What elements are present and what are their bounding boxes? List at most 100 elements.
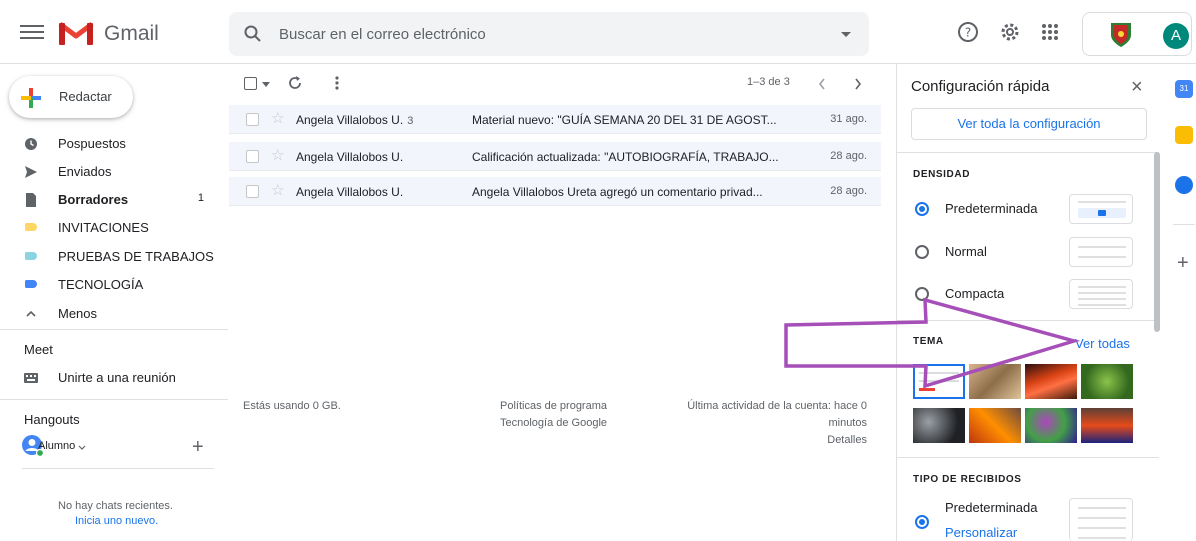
pagination-text: 1–3 de 3 <box>747 76 790 88</box>
svg-text:?: ? <box>965 26 971 40</box>
select-all-checkbox[interactable] <box>244 77 257 90</box>
help-icon[interactable]: ? <box>956 20 980 44</box>
see-all-themes-link[interactable]: Ver todas <box>1075 336 1130 351</box>
email-row[interactable]: ☆ Angela Villalobos U. 3 Material nuevo: … <box>229 105 881 134</box>
refresh-icon[interactable] <box>286 74 304 92</box>
theme-section-title: TEMA <box>913 336 944 347</box>
label-icon <box>25 223 37 231</box>
program-policies-link[interactable]: Políticas de programa <box>500 398 607 415</box>
next-page-icon[interactable] <box>853 77 863 91</box>
inbox-customize-link[interactable]: Personalizar <box>945 525 1017 540</box>
theme-canyon[interactable] <box>1025 364 1077 399</box>
density-compact-radio[interactable] <box>915 287 929 301</box>
top-bar: Gmail ? <box>0 0 1196 64</box>
sidebar-item-sent[interactable]: Enviados <box>0 158 228 184</box>
thread-count: 3 <box>407 115 414 127</box>
calendar-icon[interactable]: 31 <box>1175 80 1193 98</box>
previous-page-icon[interactable] <box>817 77 827 91</box>
theme-bubbles[interactable] <box>913 408 965 443</box>
search-bar[interactable] <box>229 12 869 56</box>
qs-scrollbar[interactable] <box>1154 152 1160 332</box>
email-subject: Angela Villalobos Ureta agregó un coment… <box>472 185 763 199</box>
app-name: Gmail <box>104 22 159 45</box>
email-sender: Angela Villalobos U. <box>296 185 404 199</box>
row-checkbox[interactable] <box>246 185 259 198</box>
email-row[interactable]: ☆ Angela Villalobos U. Calificación actu… <box>229 142 881 171</box>
sidebar-item-tecnologia[interactable]: TECNOLOGÍA <box>0 271 228 297</box>
inbox-default-radio[interactable] <box>915 515 929 529</box>
apps-grid-icon[interactable] <box>1038 20 1062 44</box>
activity-details-link[interactable]: Detalles <box>630 432 867 449</box>
organization-shield-icon <box>1111 23 1131 47</box>
send-icon <box>25 166 37 178</box>
search-options-icon[interactable] <box>841 32 851 37</box>
see-all-settings-button[interactable]: Ver toda la configuración <box>911 108 1147 140</box>
sidebar-item-label: PRUEBAS DE TRABAJOS <box>58 249 214 264</box>
star-icon[interactable]: ☆ <box>271 109 284 127</box>
email-row[interactable]: ☆ Angela Villalobos U. Angela Villalobos… <box>229 177 881 206</box>
clock-icon <box>25 138 37 150</box>
qs-divider <box>897 152 1159 153</box>
draft-icon <box>26 193 36 207</box>
email-date: 28 ago. <box>830 185 867 197</box>
qs-divider <box>897 320 1159 321</box>
inbox-default-preview[interactable] <box>1069 498 1133 541</box>
theme-sunset[interactable] <box>1081 408 1133 443</box>
row-checkbox[interactable] <box>246 113 259 126</box>
compose-label: Redactar <box>59 89 112 104</box>
star-icon[interactable]: ☆ <box>271 146 284 164</box>
sidebar-item-label: Menos <box>58 306 98 321</box>
row-checkbox[interactable] <box>246 150 259 163</box>
email-subject: Material nuevo: "GUÍA SEMANA 20 DEL 31 D… <box>472 113 777 127</box>
label-icon <box>25 280 37 288</box>
close-icon[interactable]: × <box>1131 76 1143 99</box>
select-dropdown-icon[interactable] <box>262 82 270 88</box>
inbox-type-section-title: TIPO DE RECIBIDOS <box>913 474 1022 485</box>
rail-divider <box>1173 224 1195 225</box>
chevron-down-icon[interactable] <box>78 445 86 451</box>
quick-settings-title: Configuración rápida <box>911 78 1050 95</box>
density-compact-preview[interactable] <box>1069 279 1133 309</box>
powered-by-google: Tecnología de Google <box>500 417 608 429</box>
account-box[interactable]: A <box>1082 12 1192 56</box>
sidebar-item-snoozed[interactable]: Pospuestos <box>0 130 228 156</box>
hangouts-user-name[interactable]: Alumno <box>38 440 75 452</box>
account-avatar[interactable]: A <box>1163 23 1189 49</box>
search-icon[interactable] <box>243 24 263 44</box>
storage-usage: Estás usando 0 GB. <box>243 400 341 412</box>
density-default-preview[interactable] <box>1069 194 1133 224</box>
sidebar-item-label: Borradores <box>58 192 129 207</box>
more-options-icon[interactable] <box>334 74 340 92</box>
density-normal-preview[interactable] <box>1069 237 1133 267</box>
tasks-icon[interactable] <box>1175 176 1193 194</box>
star-icon[interactable]: ☆ <box>271 181 284 199</box>
sidebar-item-invitaciones[interactable]: INVITACIONES <box>0 214 228 240</box>
main-menu-icon[interactable] <box>20 22 44 42</box>
search-input[interactable] <box>279 22 819 46</box>
email-date: 28 ago. <box>830 150 867 162</box>
sidebar-item-pruebas[interactable]: PRUEBAS DE TRABAJOS <box>0 243 228 269</box>
email-sender: Angela Villalobos U. 3 <box>296 113 414 127</box>
settings-gear-icon[interactable] <box>998 20 1022 44</box>
keep-icon[interactable] <box>1175 126 1193 144</box>
email-subject: Calificación actualizada: "AUTOBIOGRAFÍA… <box>472 150 779 164</box>
theme-leaves[interactable] <box>969 408 1021 443</box>
density-normal-radio[interactable] <box>915 245 929 259</box>
theme-chess[interactable] <box>969 364 1021 399</box>
sidebar-item-less[interactable]: Menos <box>0 300 228 326</box>
sidebar-item-label: INVITACIONES <box>58 220 149 235</box>
start-new-chat-link[interactable]: Inicia uno nuevo. <box>75 515 158 527</box>
compose-button[interactable]: Redactar <box>9 76 133 118</box>
density-normal-label: Normal <box>945 244 987 259</box>
gmail-logo-icon[interactable] <box>58 20 94 46</box>
keyboard-icon <box>24 373 38 383</box>
theme-default[interactable] <box>913 364 965 399</box>
density-default-radio[interactable] <box>915 202 929 216</box>
sidebar-item-drafts[interactable]: Borradores 1 <box>0 186 228 212</box>
add-addon-plus-icon[interactable]: + <box>1177 252 1189 275</box>
new-conversation-plus-icon[interactable]: + <box>192 436 204 459</box>
meet-join-item[interactable]: Unirte a una reunión <box>0 364 228 390</box>
theme-marbles[interactable] <box>1025 408 1077 443</box>
theme-nature[interactable] <box>1081 364 1133 399</box>
chevron-up-icon <box>26 310 36 317</box>
